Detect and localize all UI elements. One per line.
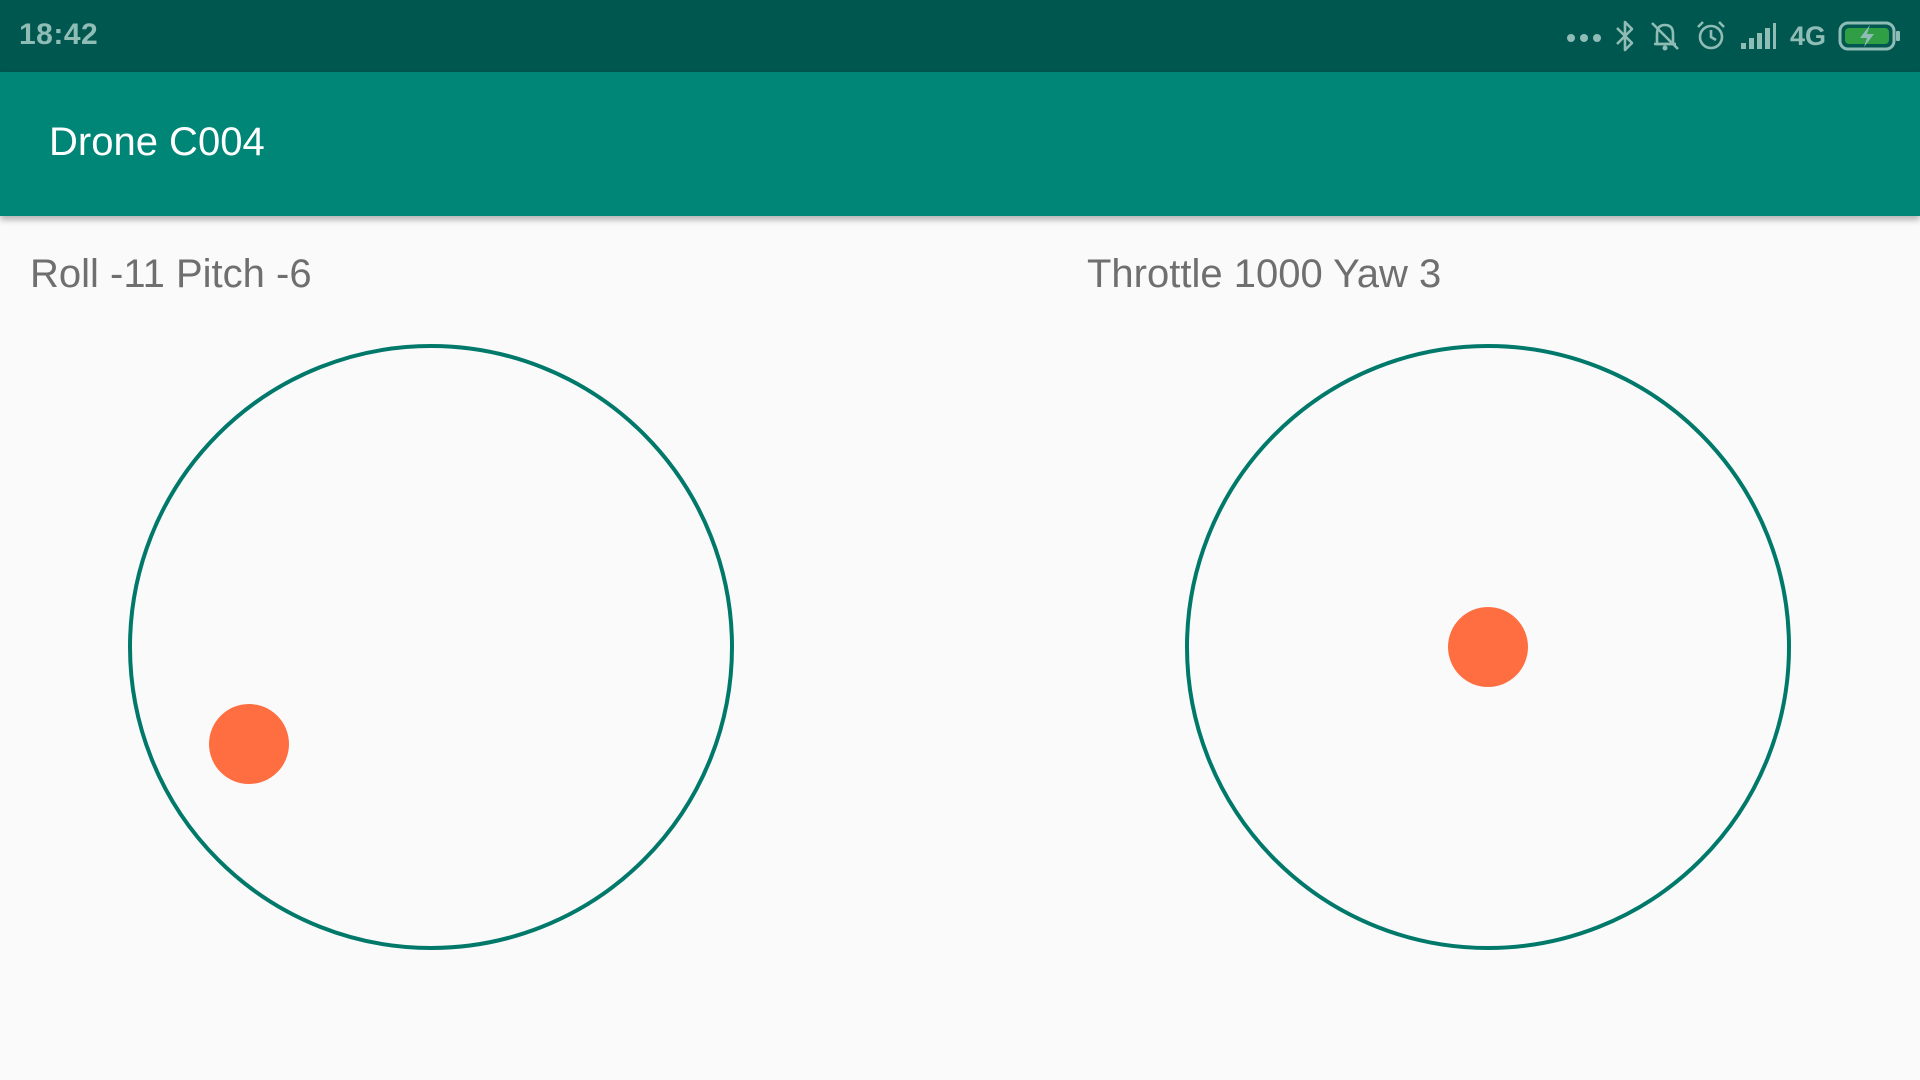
right-joystick[interactable] [1185, 344, 1791, 950]
left-joystick[interactable] [128, 344, 734, 950]
more-dots-icon [1566, 34, 1601, 42]
app-title: Drone C004 [49, 120, 265, 164]
left-joystick-ring [128, 344, 734, 950]
notifications-off-icon [1651, 22, 1679, 51]
left-joystick-knob[interactable] [209, 704, 289, 784]
bluetooth-icon [1616, 20, 1634, 52]
battery-charging-icon [1838, 21, 1900, 51]
status-icons: 4G [1566, 16, 1902, 56]
right-joystick-knob[interactable] [1448, 607, 1528, 687]
status-bar: 18:42 4G [0, 0, 1920, 72]
app-bar: Drone C004 [0, 72, 1920, 216]
network-type-label: 4G [1789, 20, 1826, 51]
alarm-icon [1697, 21, 1725, 50]
status-time: 18:42 [19, 18, 99, 51]
left-stick-readout: Roll -11 Pitch -6 [30, 252, 312, 296]
right-stick-readout: Throttle 1000 Yaw 3 [1087, 252, 1442, 296]
signal-icon [1740, 23, 1776, 49]
